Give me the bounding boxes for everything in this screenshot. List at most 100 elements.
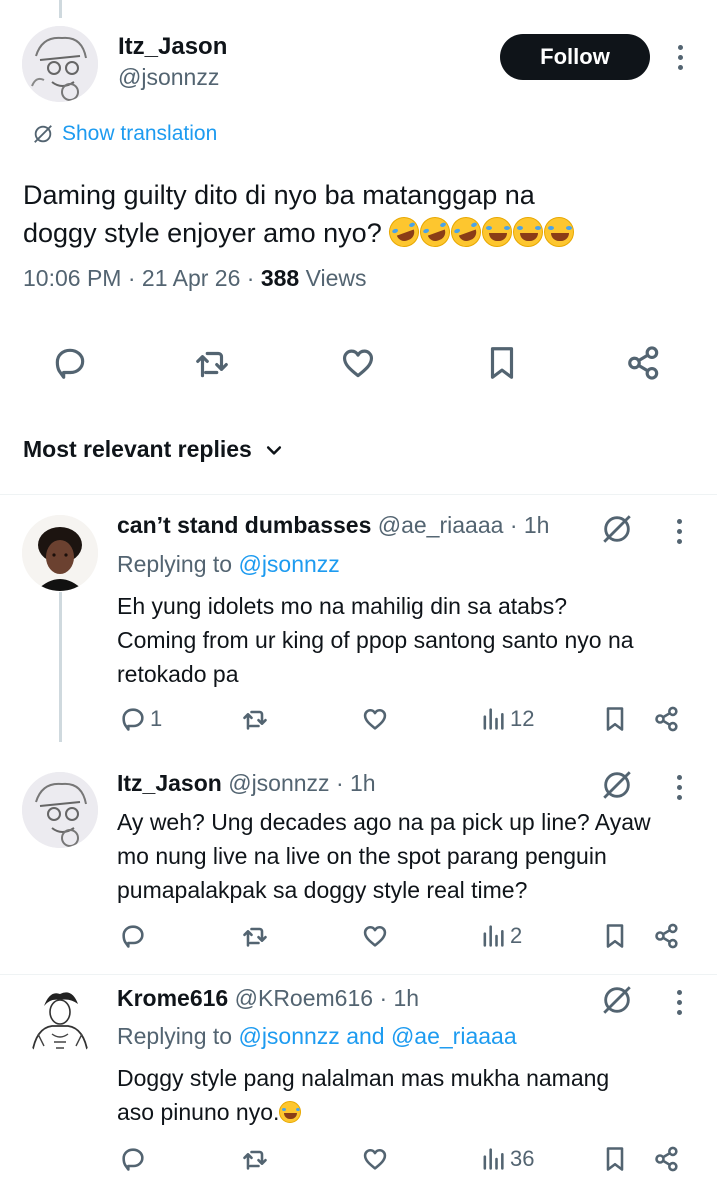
- reply-button[interactable]: 1: [118, 705, 162, 733]
- reply-text: Ay weh? Ung decades ago na pa pick up li…: [117, 805, 651, 907]
- reply-icon: [55, 348, 85, 379]
- like-button[interactable]: [338, 344, 378, 382]
- author-name[interactable]: Itz_Jason: [118, 33, 227, 61]
- reply-avatar[interactable]: [22, 772, 98, 848]
- replying-to-handle[interactable]: @jsonnzz: [238, 551, 339, 577]
- tweet-text-line-2-text: doggy style enjoyer amo nyo?: [23, 218, 382, 248]
- bookmark-button[interactable]: [600, 922, 630, 950]
- replying-to-prefix: Replying to: [117, 551, 233, 577]
- tweet-meta: 10:06 PM · 21 Apr 26 · 388 Views: [23, 265, 367, 292]
- reply-author-name[interactable]: Itz_Jason: [117, 770, 222, 796]
- replies-sort-dropdown[interactable]: Most relevant replies: [23, 436, 284, 463]
- reply-text-line-2-text: aso pinuno nyo.: [117, 1099, 280, 1125]
- sketch-avatar-icon: [22, 772, 98, 848]
- like-button[interactable]: [360, 1145, 390, 1173]
- replying-to-handle[interactable]: @jsonnzz and @ae_riaaaa: [238, 1023, 516, 1049]
- show-translation-label: Show translation: [62, 122, 218, 145]
- reply-age[interactable]: · 1h: [510, 512, 550, 538]
- grok-icon[interactable]: [600, 768, 634, 802]
- more-options-icon[interactable]: [677, 519, 683, 549]
- tears-of-joy-emoji-icon: [544, 217, 575, 247]
- bookmark-icon: [606, 924, 624, 948]
- replying-to-prefix: Replying to: [117, 1023, 233, 1049]
- reply-age[interactable]: · 1h: [336, 770, 376, 796]
- bookmark-button[interactable]: [600, 705, 630, 733]
- rolling-laughing-emoji-icon: [385, 212, 424, 252]
- views-label: Views: [305, 265, 367, 291]
- views-chart-icon: [483, 708, 504, 730]
- reply-button[interactable]: [118, 922, 148, 950]
- share-button[interactable]: [652, 705, 682, 733]
- retweet-button[interactable]: [240, 1145, 270, 1173]
- bookmark-button[interactable]: [600, 1145, 630, 1173]
- follow-button-label: Follow: [540, 44, 610, 69]
- views-button[interactable]: 12: [478, 705, 534, 733]
- reply-avatar[interactable]: [22, 984, 98, 1060]
- reply-author-handle[interactable]: @jsonnzz: [228, 770, 329, 796]
- tweet-date[interactable]: 21 Apr 26: [142, 265, 240, 291]
- reply-text-line: mo nung live na live on the spot parang …: [117, 843, 607, 869]
- meta-separator: ·: [127, 265, 136, 291]
- like-icon: [363, 1148, 387, 1170]
- reply-text-line: retokado pa: [117, 661, 239, 687]
- reply-button[interactable]: [118, 1145, 148, 1173]
- more-options-icon[interactable]: [677, 990, 683, 1020]
- tears-of-joy-emoji-icon: [482, 217, 513, 247]
- meta-separator: ·: [246, 265, 255, 291]
- chevron-down-icon: [266, 445, 281, 455]
- rolling-laughing-emoji-icon: [447, 212, 486, 252]
- reply-author-name[interactable]: can’t stand dumbasses: [117, 512, 371, 538]
- view-count: 2: [510, 923, 523, 948]
- share-icon: [655, 923, 678, 949]
- follow-button[interactable]: Follow: [500, 34, 650, 80]
- reply-author-handle[interactable]: @KRoem616: [235, 985, 373, 1011]
- bookmark-icon: [606, 707, 624, 731]
- reply-text-line: Coming from ur king of ppop santong sant…: [117, 627, 634, 653]
- views-chart-icon: [483, 925, 504, 947]
- like-button[interactable]: [360, 922, 390, 950]
- tweet-time[interactable]: 10:06 PM: [23, 265, 121, 291]
- retweet-button[interactable]: [240, 922, 270, 950]
- author-handle[interactable]: @jsonnzz: [118, 64, 219, 91]
- grok-icon[interactable]: [600, 512, 634, 546]
- photo-avatar-icon: [22, 515, 98, 591]
- share-button[interactable]: [652, 1145, 682, 1173]
- reply-text-line: Ay weh? Ung decades ago na pa pick up li…: [117, 809, 651, 835]
- views-chart-icon: [483, 1148, 504, 1170]
- share-button[interactable]: [652, 922, 682, 950]
- view-count: 36: [510, 1146, 535, 1171]
- retweet-icon: [243, 710, 267, 730]
- more-options-icon[interactable]: [677, 775, 683, 805]
- share-button[interactable]: [624, 344, 664, 382]
- reply-author-name[interactable]: Krome616: [117, 985, 228, 1011]
- reply-age[interactable]: · 1h: [379, 985, 419, 1011]
- reply-button[interactable]: [50, 344, 90, 382]
- reply-avatar[interactable]: [22, 515, 98, 591]
- author-avatar[interactable]: [22, 26, 98, 102]
- show-translation-link[interactable]: Show translation: [32, 122, 217, 146]
- tears-of-joy-emoji-icon: [513, 217, 544, 247]
- views-button[interactable]: 2: [478, 922, 522, 950]
- reply-text-line: aso pinuno nyo.: [117, 1095, 609, 1129]
- reply-author-handle[interactable]: @ae_riaaaa: [378, 512, 504, 538]
- views-button[interactable]: 36: [478, 1145, 534, 1173]
- like-button[interactable]: [360, 705, 390, 733]
- replying-to: Replying to @jsonnzz and @ae_riaaaa: [117, 1023, 517, 1050]
- replying-to: Replying to @jsonnzz: [117, 551, 340, 578]
- views-count: 388: [260, 265, 300, 291]
- tears-of-joy-emoji-icon: [279, 1101, 302, 1123]
- share-icon: [655, 1146, 678, 1172]
- more-options-icon[interactable]: [678, 45, 684, 75]
- rolling-laughing-emoji-icon: [416, 212, 455, 252]
- retweet-icon: [243, 927, 267, 947]
- bookmark-button[interactable]: [482, 344, 522, 382]
- reply-icon: [122, 1148, 144, 1171]
- grok-icon[interactable]: [600, 983, 634, 1017]
- retweet-icon: [243, 1150, 267, 1170]
- thread-connector: [59, 592, 62, 742]
- retweet-button[interactable]: [240, 705, 270, 733]
- reply-header: Krome616 @KRoem616 · 1h: [117, 985, 419, 1012]
- retweet-button[interactable]: [192, 344, 232, 382]
- bookmark-icon: [490, 347, 514, 379]
- tweet-text-line-2: doggy style enjoyer amo nyo?: [23, 212, 575, 252]
